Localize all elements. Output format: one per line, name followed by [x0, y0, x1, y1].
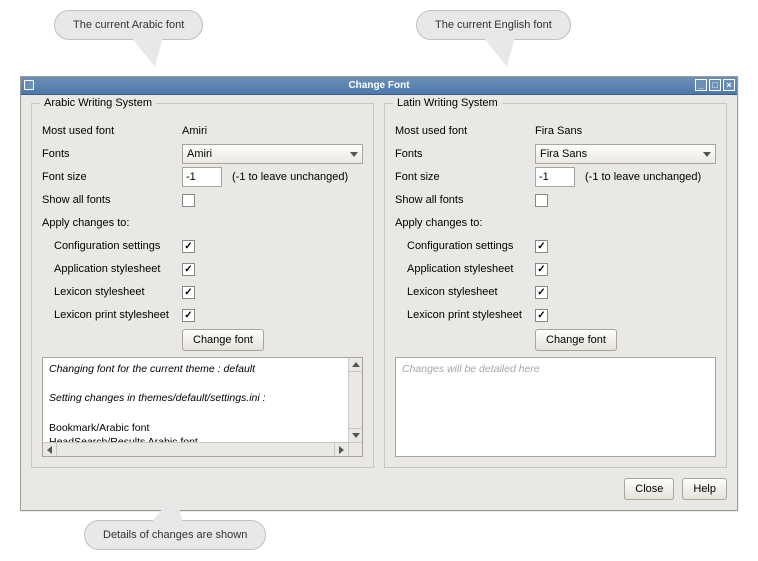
log-arabic[interactable]: Changing font for the current theme : de… [42, 357, 363, 457]
chevron-down-icon [350, 152, 358, 157]
show-all-checkbox-latin[interactable] [535, 194, 548, 207]
config-checkbox-latin[interactable]: ✓ [535, 240, 548, 253]
font-size-hint: (-1 to leave unchanged) [222, 171, 348, 183]
fonts-combo-arabic[interactable]: Amiri [182, 144, 363, 164]
callout-text: The current English font [435, 19, 552, 31]
log-latin[interactable]: Changes will be detailed here [395, 357, 716, 457]
label-apply-to: Apply changes to: [42, 217, 129, 229]
scroll-up-icon[interactable] [349, 358, 362, 372]
group-latin: Latin Writing System Most used font Fira… [384, 103, 727, 468]
callout-text: Details of changes are shown [103, 529, 247, 541]
label-lexicon-print: Lexicon print stylesheet [395, 309, 535, 321]
value-most-used-latin: Fira Sans [535, 125, 716, 137]
label-config: Configuration settings [42, 240, 182, 252]
lexicon-print-checkbox-arabic[interactable]: ✓ [182, 309, 195, 322]
app-stylesheet-checkbox-latin[interactable]: ✓ [535, 263, 548, 276]
close-button[interactable]: Close [624, 478, 674, 500]
label-font-size: Font size [42, 171, 182, 183]
show-all-checkbox-arabic[interactable] [182, 194, 195, 207]
fonts-combo-value: Fira Sans [540, 148, 587, 160]
group-legend: Arabic Writing System [40, 97, 156, 109]
scroll-right-icon[interactable] [334, 443, 348, 456]
label-lexicon: Lexicon stylesheet [395, 286, 535, 298]
label-font-size: Font size [395, 171, 535, 183]
window-title: Change Font [348, 80, 409, 91]
callout-details: Details of changes are shown [84, 520, 266, 550]
callout-english-font: The current English font [416, 10, 571, 40]
label-fonts: Fonts [395, 148, 535, 160]
help-button[interactable]: Help [682, 478, 727, 500]
fonts-combo-latin[interactable]: Fira Sans [535, 144, 716, 164]
chevron-down-icon [703, 152, 711, 157]
lexicon-print-checkbox-latin[interactable]: ✓ [535, 309, 548, 322]
label-app-stylesheet: Application stylesheet [42, 263, 182, 275]
scroll-down-icon[interactable] [349, 428, 362, 442]
label-lexicon-print: Lexicon print stylesheet [42, 309, 182, 321]
horizontal-scrollbar[interactable] [43, 442, 362, 456]
value-most-used-arabic: Amiri [182, 125, 363, 137]
label-config: Configuration settings [395, 240, 535, 252]
callout-text: The current Arabic font [73, 19, 184, 31]
dialog-window: Change Font _ □ × Arabic Writing System … [20, 76, 738, 511]
label-show-all: Show all fonts [42, 194, 182, 206]
button-label: Help [693, 483, 716, 495]
app-stylesheet-checkbox-arabic[interactable]: ✓ [182, 263, 195, 276]
font-size-spin-arabic[interactable]: -1 [182, 167, 222, 187]
group-legend: Latin Writing System [393, 97, 502, 109]
window-menu-icon[interactable] [24, 80, 34, 90]
vertical-scrollbar[interactable] [348, 358, 362, 442]
font-size-hint: (-1 to leave unchanged) [575, 171, 701, 183]
label-most-used: Most used font [42, 125, 182, 137]
label-most-used: Most used font [395, 125, 535, 137]
label-show-all: Show all fonts [395, 194, 535, 206]
button-label: Change font [193, 334, 253, 346]
lexicon-checkbox-arabic[interactable]: ✓ [182, 286, 195, 299]
close-icon[interactable]: × [723, 79, 735, 91]
config-checkbox-arabic[interactable]: ✓ [182, 240, 195, 253]
label-apply-to: Apply changes to: [395, 217, 482, 229]
button-label: Change font [546, 334, 606, 346]
font-size-spin-latin[interactable]: -1 [535, 167, 575, 187]
font-size-value: -1 [539, 171, 549, 183]
change-font-button-latin[interactable]: Change font [535, 329, 617, 351]
label-fonts: Fonts [42, 148, 182, 160]
titlebar[interactable]: Change Font _ □ × [21, 77, 737, 95]
callout-arabic-font: The current Arabic font [54, 10, 203, 40]
minimize-icon[interactable]: _ [695, 79, 707, 91]
fonts-combo-value: Amiri [187, 148, 212, 160]
change-font-button-arabic[interactable]: Change font [182, 329, 264, 351]
group-arabic: Arabic Writing System Most used font Ami… [31, 103, 374, 468]
label-app-stylesheet: Application stylesheet [395, 263, 535, 275]
scroll-left-icon[interactable] [43, 443, 57, 456]
maximize-icon[interactable]: □ [709, 79, 721, 91]
lexicon-checkbox-latin[interactable]: ✓ [535, 286, 548, 299]
log-placeholder: Changes will be detailed here [396, 358, 715, 381]
button-label: Close [635, 483, 663, 495]
font-size-value: -1 [186, 171, 196, 183]
label-lexicon: Lexicon stylesheet [42, 286, 182, 298]
